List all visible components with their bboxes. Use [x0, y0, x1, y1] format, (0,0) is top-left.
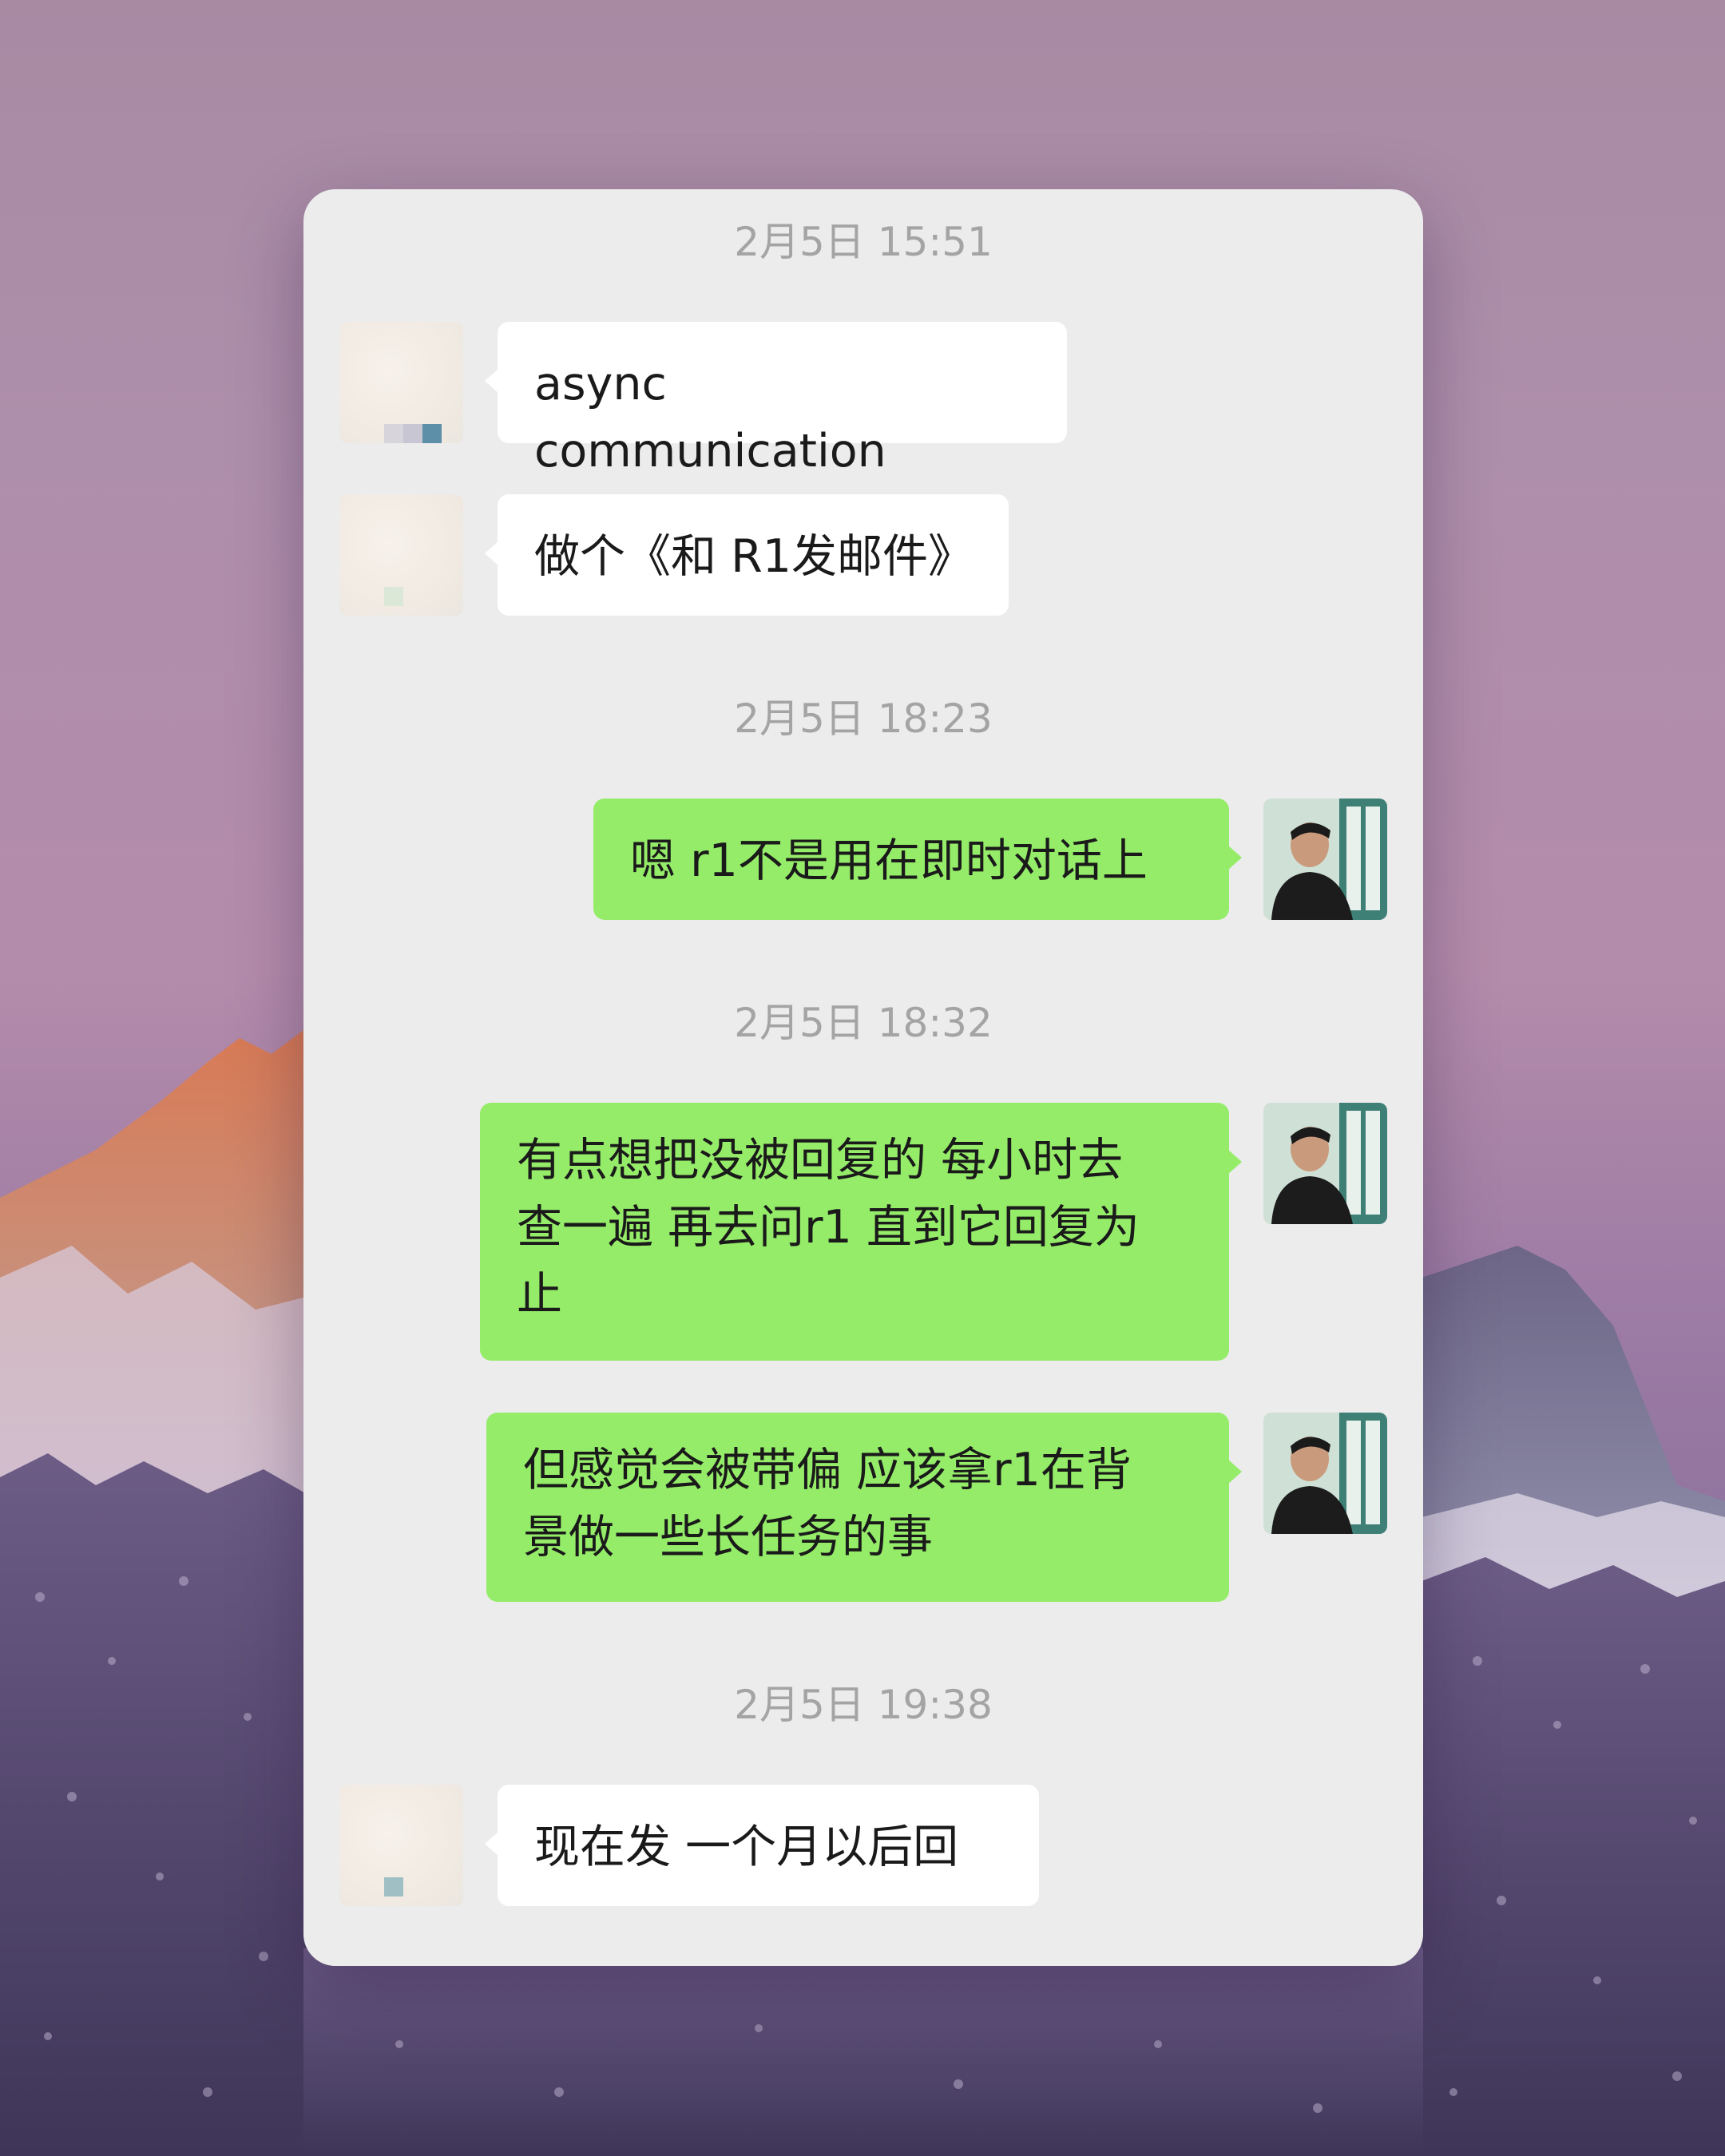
contact-avatar[interactable]	[339, 322, 463, 443]
timestamp: 2月5日 15:51	[734, 219, 993, 265]
contact-avatar[interactable]	[339, 1785, 463, 1906]
message-bubble-sent[interactable]: 嗯 r1不是用在即时对话上	[593, 799, 1242, 920]
message-bubble-received[interactable]: 现在发 一个月以后回	[485, 1785, 1039, 1906]
person-photo-icon	[1263, 1103, 1387, 1224]
chat-panel: 2月5日 15:51 async communication 做个《和 R1发邮…	[303, 189, 1423, 1966]
timestamp: 2月5日 19:38	[734, 1682, 993, 1728]
contact-avatar[interactable]	[339, 494, 463, 616]
user-avatar[interactable]	[1263, 799, 1387, 920]
user-avatar[interactable]	[1263, 1413, 1387, 1534]
timestamp: 2月5日 18:32	[734, 1000, 993, 1046]
person-photo-icon	[1263, 1413, 1387, 1534]
message-bubble-received[interactable]: 做个《和 R1发邮件》	[485, 494, 1009, 616]
person-photo-icon	[1263, 799, 1387, 920]
timestamp: 2月5日 18:23	[734, 696, 993, 742]
message-bubble-received[interactable]: async communication	[485, 322, 1067, 478]
message-bubble-sent[interactable]: 有点想把没被回复的 每小时去 查一遍 再去问r1 直到它回复为 止	[480, 1103, 1242, 1361]
message-bubble-sent[interactable]: 但感觉会被带偏 应该拿r1在背 景做一些长任务的事	[486, 1413, 1242, 1602]
user-avatar[interactable]	[1263, 1103, 1387, 1224]
